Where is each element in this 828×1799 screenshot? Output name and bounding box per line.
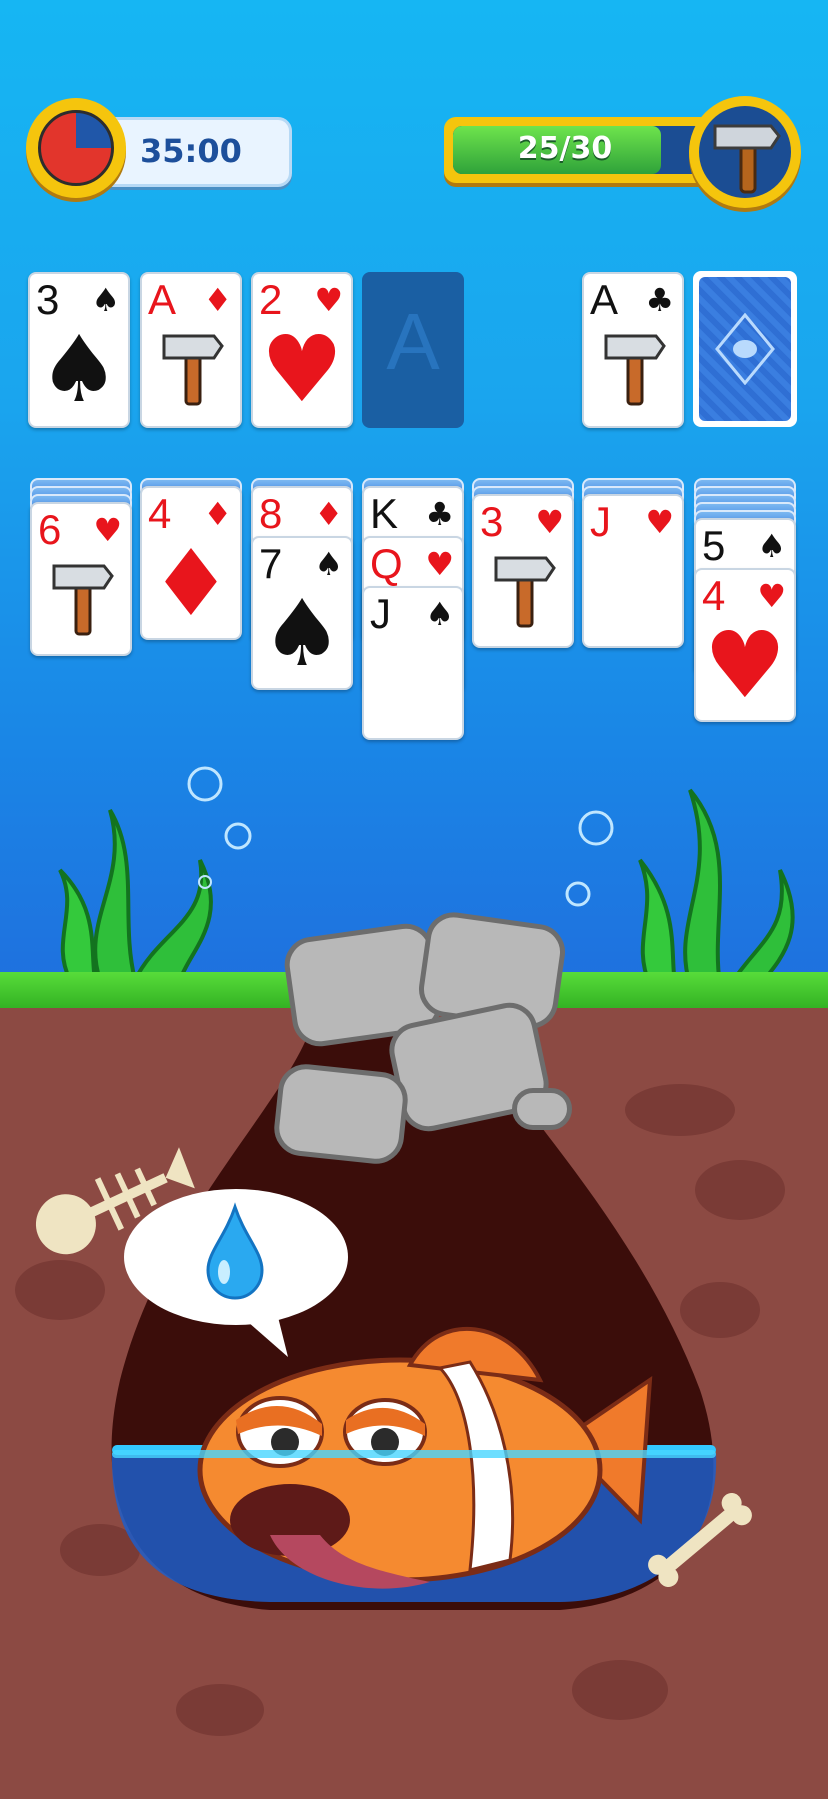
card-rank: K	[370, 490, 399, 537]
water-drop-icon	[206, 1202, 264, 1300]
card-rank: 5	[702, 522, 726, 569]
card-suit: ♦	[203, 281, 232, 319]
card-suit: ♥	[93, 511, 122, 549]
card-rank: A	[148, 276, 177, 323]
card-rank: Q	[370, 540, 403, 587]
card-suit: ♥	[314, 281, 343, 319]
hammer-icon	[604, 334, 666, 406]
card-center-suit: ♥	[260, 316, 344, 423]
card-suit: ♥	[425, 545, 454, 583]
timer-text: 35:00	[140, 132, 242, 170]
card-suit: ♦	[203, 495, 232, 533]
card-rank: J	[370, 590, 391, 637]
card-center-suit: ♥	[703, 612, 787, 719]
card-suit: ♠	[314, 545, 343, 583]
tableau-card[interactable]: 4 ♥ ♥	[694, 568, 796, 722]
game-scene: 35:00 25/30 A 3 ♠ ♠ A ♦ 2 ♥ ♥ A ♣ 6 ♥ 4 ♦ ♦ 8 ♦ 7 ♠ ♠ K ♣ Q ♥ J ♠…	[0, 0, 828, 1799]
card-suit: ♥	[535, 503, 564, 541]
orange-fish[interactable]	[170, 1320, 660, 1600]
tableau-card[interactable]: 3 ♥	[472, 494, 574, 648]
card-suit: ♥	[645, 503, 674, 541]
tableau-card[interactable]: 4 ♦ ♦	[140, 486, 242, 640]
hammer-icon	[162, 334, 224, 406]
card-rank: J	[590, 498, 611, 545]
empty-foundation-slot[interactable]: A	[362, 272, 464, 428]
foundation-card[interactable]: 3 ♠ ♠	[28, 272, 130, 428]
card-suit: ♠	[425, 595, 454, 633]
foundation-card[interactable]: 2 ♥ ♥	[251, 272, 353, 428]
hammer-icon	[713, 124, 781, 194]
fish-card-back-icon	[715, 313, 775, 385]
moves-progress-text: 25/30	[517, 131, 613, 166]
tableau-card[interactable]: J ♠	[362, 586, 464, 740]
foundation-card[interactable]: A ♦	[140, 272, 242, 428]
stock-pile[interactable]	[693, 271, 797, 427]
rock[interactable]	[271, 1061, 411, 1167]
card-rank: 6	[38, 506, 62, 553]
card-rank: 8	[259, 490, 283, 537]
card-rank: 3	[480, 498, 504, 545]
card-center-suit: ♠	[260, 580, 344, 687]
clock-icon	[26, 98, 126, 198]
bubbles	[187, 766, 614, 907]
card-suit: ♠	[91, 281, 120, 319]
card-center-suit: ♠	[37, 316, 121, 423]
tableau-card[interactable]: 7 ♠ ♠	[251, 536, 353, 690]
hammer-icon	[494, 556, 556, 628]
card-suit: ♣	[425, 495, 454, 533]
card-suit: ♣	[645, 281, 674, 319]
tableau-card[interactable]: 6 ♥	[30, 502, 132, 656]
hammer-booster-button[interactable]	[689, 96, 801, 208]
rock[interactable]	[512, 1088, 572, 1130]
tableau-card[interactable]: J ♥	[582, 494, 684, 648]
card-suit: ♥	[757, 577, 786, 615]
card-center-suit: ♦	[149, 530, 233, 637]
card-rank: A	[590, 276, 619, 323]
card-suit: ♠	[757, 527, 786, 565]
foundation-slot-label: A	[386, 297, 440, 386]
waste-card[interactable]: A ♣	[582, 272, 684, 428]
water-surface-line	[112, 1450, 716, 1458]
hammer-icon	[52, 564, 114, 636]
card-suit: ♦	[314, 495, 343, 533]
